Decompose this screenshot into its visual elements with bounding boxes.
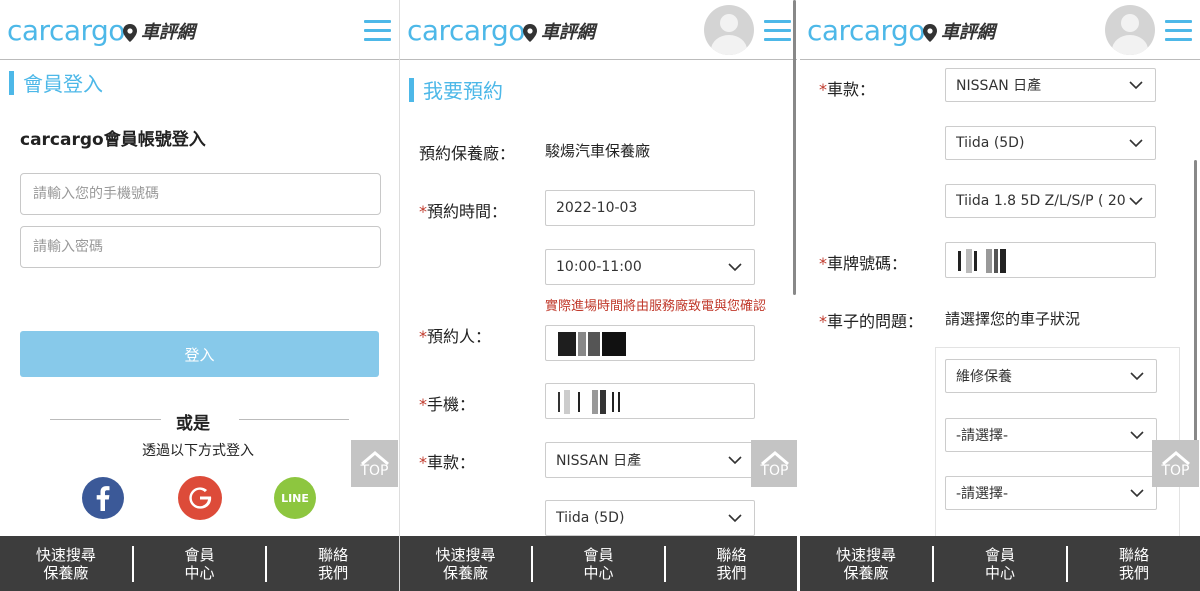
page-title: 我要預約 — [409, 75, 503, 104]
name-input[interactable] — [545, 325, 755, 361]
nav-quick-search[interactable]: 快速搜尋 保養廠 — [800, 546, 932, 582]
chevron-down-icon — [1129, 139, 1143, 148]
phone-input[interactable] — [545, 383, 755, 419]
nav-quick-search[interactable]: 快速搜尋 保養廠 — [0, 546, 132, 582]
app-header: carcargo 車評網 — [400, 0, 797, 60]
service-type-select[interactable]: 維修保養 — [945, 359, 1157, 393]
car-brand-select[interactable]: NISSAN 日產 — [945, 68, 1156, 102]
or-text: 或是 — [176, 414, 210, 434]
phone-label: *手機： — [419, 395, 476, 414]
car-model-select[interactable]: Tiida (5D) — [545, 500, 755, 536]
chevron-down-icon — [1130, 372, 1144, 381]
app-header: carcargo 車評網 — [800, 0, 1200, 60]
plate-label: *車牌號碼： — [819, 254, 908, 273]
page-title: 會員登入 — [9, 68, 103, 97]
line-label: LINE — [281, 491, 309, 505]
redacted-plate — [956, 249, 1008, 273]
logo-word: carcargo — [7, 14, 125, 47]
logo-chinese: 車評網 — [140, 22, 195, 43]
time-slot-select[interactable]: 10:00-11:00 — [545, 249, 755, 285]
garage-value: 駿煬汽車保養廠 — [545, 142, 651, 160]
chevron-down-icon — [1129, 197, 1143, 206]
chevron-down-icon — [728, 456, 742, 465]
car-label: *車款： — [419, 453, 476, 472]
date-input[interactable]: 2022-10-03 — [545, 190, 755, 226]
chevron-down-icon — [728, 263, 742, 272]
nav-contact-us[interactable]: 聯絡 我們 — [1068, 546, 1200, 582]
map-pin-icon — [122, 24, 137, 42]
car-brand-select[interactable]: NISSAN 日產 — [545, 442, 755, 478]
time-note: 實際進場時間將由服務廠致電與您確認 — [545, 299, 767, 314]
login-subtitle: carcargo會員帳號登入 — [20, 130, 206, 150]
divider-left — [50, 419, 161, 420]
chevron-down-icon — [1129, 81, 1143, 90]
login-button[interactable]: 登入 — [20, 331, 379, 377]
screenshot-collage: carcargo 車評網 會員登入 carcargo會員帳號登入 登入 或是 透… — [0, 0, 1200, 591]
divider-right — [239, 419, 349, 420]
chevron-down-icon — [728, 514, 742, 523]
app-header: carcargo 車評網 — [0, 0, 399, 60]
problem-label: *車子的問題： — [819, 312, 924, 331]
problem-hint: 請選擇您的車子狀況 — [945, 310, 1081, 328]
google-icon[interactable] — [178, 476, 222, 520]
plate-input[interactable] — [945, 242, 1156, 278]
brand-logo[interactable]: carcargo 車評網 — [7, 15, 195, 47]
alt-login-text: 透過以下方式登入 — [142, 443, 254, 459]
problem-select-2[interactable]: -請選擇- — [945, 476, 1157, 510]
nav-member-center[interactable]: 會員 中心 — [533, 546, 664, 582]
person-label: *預約人： — [419, 327, 492, 346]
avatar[interactable] — [1105, 5, 1155, 55]
garage-label: 預約保養廠： — [419, 144, 516, 163]
bottom-nav: 快速搜尋 保養廠 會員 中心 聯絡 我們 — [400, 536, 797, 591]
bottom-nav: 快速搜尋 保養廠 會員 中心 聯絡 我們 — [0, 536, 399, 591]
nav-contact-us[interactable]: 聯絡 我們 — [267, 546, 399, 582]
back-to-top-button[interactable]: TOP — [751, 440, 797, 487]
nav-member-center[interactable]: 會員 中心 — [934, 546, 1066, 582]
redacted-name — [556, 332, 628, 356]
car-model-select[interactable]: Tiida (5D) — [945, 126, 1156, 160]
menu-icon[interactable] — [364, 20, 391, 42]
chevron-down-icon — [1130, 489, 1144, 498]
line-icon[interactable]: LINE — [274, 477, 316, 519]
logo-word: carcargo — [407, 14, 525, 47]
password-input[interactable] — [20, 226, 381, 268]
avatar[interactable] — [704, 5, 754, 55]
login-screen: carcargo 車評網 會員登入 carcargo會員帳號登入 登入 或是 透… — [0, 0, 399, 591]
nav-member-center[interactable]: 會員 中心 — [134, 546, 266, 582]
car-variant-select[interactable]: Tiida 1.8 5D Z/L/S/P ( 2010~ — [945, 184, 1156, 218]
scrollbar[interactable] — [1194, 160, 1197, 450]
scrollbar[interactable] — [793, 0, 796, 295]
car-details-screen: carcargo 車評網 *車款： NISSAN 日產 Tiida (5D) T… — [800, 0, 1200, 591]
brand-logo[interactable]: carcargo 車評網 — [807, 15, 995, 47]
menu-icon[interactable] — [764, 20, 791, 42]
time-label: *預約時間： — [419, 202, 508, 221]
map-pin-icon — [522, 24, 537, 42]
booking-screen: carcargo 車評網 我要預約 預約保養廠： 駿煬汽車保養廠 *預約時間： … — [400, 0, 797, 591]
redacted-phone — [556, 390, 624, 414]
logo-chinese: 車評網 — [540, 22, 595, 43]
nav-contact-us[interactable]: 聯絡 我們 — [666, 546, 797, 582]
logo-word: carcargo — [807, 14, 925, 47]
bottom-nav: 快速搜尋 保養廠 會員 中心 聯絡 我們 — [800, 536, 1200, 591]
back-to-top-button[interactable]: TOP — [351, 440, 398, 487]
problem-select-1[interactable]: -請選擇- — [945, 418, 1157, 452]
car-label: *車款： — [819, 80, 876, 99]
brand-logo[interactable]: carcargo 車評網 — [407, 15, 595, 47]
menu-icon[interactable] — [1165, 20, 1192, 42]
nav-quick-search[interactable]: 快速搜尋 保養廠 — [400, 546, 531, 582]
facebook-icon[interactable] — [82, 477, 124, 519]
logo-chinese: 車評網 — [940, 22, 995, 43]
map-pin-icon — [922, 24, 937, 42]
chevron-down-icon — [1130, 431, 1144, 440]
back-to-top-button[interactable]: TOP — [1152, 440, 1199, 487]
phone-input[interactable] — [20, 173, 381, 215]
